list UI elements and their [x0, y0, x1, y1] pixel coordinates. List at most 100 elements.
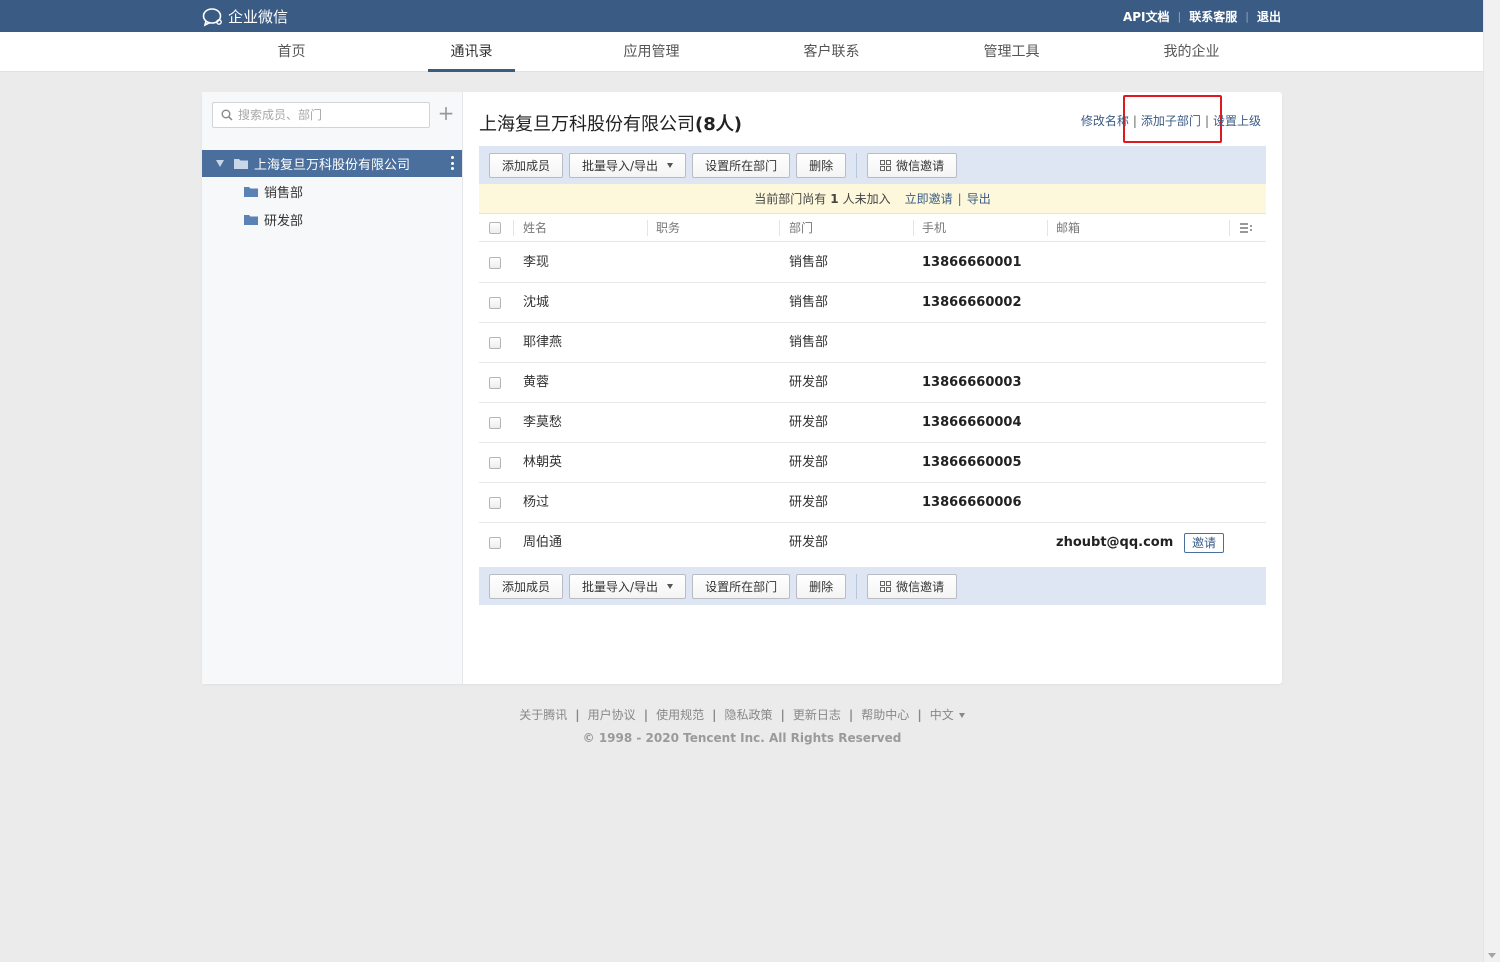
column-header-email[interactable]: 邮箱	[1056, 214, 1080, 242]
invite-button[interactable]: 邀请	[1184, 533, 1225, 553]
search-input[interactable]	[238, 108, 418, 122]
more-options-icon[interactable]	[450, 156, 454, 170]
member-name[interactable]: 林朝英	[523, 443, 562, 483]
member-name[interactable]: 沈城	[523, 283, 549, 323]
table-row[interactable]: 李莫愁 研发部 13866660004	[479, 403, 1266, 443]
expand-triangle-icon[interactable]	[216, 160, 224, 167]
folder-icon	[244, 214, 258, 225]
column-header-phone[interactable]: 手机	[922, 214, 946, 242]
scroll-down-icon[interactable]	[1488, 953, 1496, 958]
batch-import-export-button[interactable]: 批量导入/导出	[569, 152, 687, 178]
row-checkbox[interactable]	[489, 537, 501, 549]
rename-link[interactable]: 修改名称	[1081, 112, 1129, 129]
add-subdepartment-link[interactable]: 添加子部门	[1141, 112, 1201, 129]
nav-home[interactable]: 首页	[248, 32, 335, 72]
privacy-policy-link[interactable]: 隐私政策	[724, 706, 772, 723]
set-parent-link[interactable]: 设置上级	[1213, 112, 1261, 129]
help-center-link[interactable]: 帮助中心	[861, 706, 909, 723]
table-row[interactable]: 周伯通 研发部 zhoubt@qq.com 邀请	[479, 523, 1266, 563]
wechat-invite-button[interactable]: 微信邀请	[867, 573, 958, 599]
copyright: © 1998 - 2020 Tencent Inc. All Rights Re…	[582, 731, 902, 745]
toolbar-divider	[856, 573, 858, 599]
member-name[interactable]: 李现	[523, 243, 549, 283]
dropdown-caret-icon	[958, 713, 965, 718]
divider: |	[917, 707, 922, 722]
row-checkbox[interactable]	[489, 337, 501, 349]
usage-rules-link[interactable]: 使用规范	[656, 706, 704, 723]
nav-management-tools[interactable]: 管理工具	[968, 32, 1055, 72]
wechat-invite-button[interactable]: 微信邀请	[867, 152, 958, 178]
page-scrollbar[interactable]	[1483, 0, 1500, 962]
app-logo[interactable]: 企业微信	[202, 6, 288, 27]
user-agreement-link[interactable]: 用户协议	[588, 706, 636, 723]
dropdown-caret-icon	[667, 162, 674, 168]
contacts-panel: + 上海复旦万科股份有限公司 销售部 研发部 上海复旦万科股份有限公司(8人)	[202, 92, 1282, 684]
table-row[interactable]: 林朝英 研发部 13866660005	[479, 443, 1266, 483]
api-docs-link[interactable]: API文档	[1123, 8, 1170, 25]
delete-button[interactable]: 删除	[796, 573, 847, 599]
member-name[interactable]: 黄蓉	[523, 363, 549, 403]
member-department: 研发部	[789, 375, 829, 390]
contact-support-link[interactable]: 联系客服	[1189, 8, 1237, 25]
member-phone: 13866660005	[922, 455, 1022, 470]
tree-item-rd[interactable]: 研发部	[244, 207, 303, 231]
row-checkbox[interactable]	[489, 497, 501, 509]
invite-now-link[interactable]: 立即邀请	[905, 190, 953, 207]
row-checkbox[interactable]	[489, 417, 501, 429]
table-row[interactable]: 黄蓉 研发部 13866660003	[479, 363, 1266, 403]
column-header-name[interactable]: 姓名	[523, 214, 547, 242]
table-row[interactable]: 沈城 销售部 13866660002	[479, 283, 1266, 323]
column-divider	[913, 220, 914, 236]
nav-customer-contact[interactable]: 客户联系	[788, 32, 875, 72]
row-checkbox[interactable]	[489, 257, 501, 269]
search-box[interactable]	[212, 102, 430, 128]
dropdown-caret-icon	[667, 583, 674, 589]
nav-contacts[interactable]: 通讯录	[428, 32, 515, 72]
app-name: 企业微信	[228, 8, 289, 26]
set-department-button[interactable]: 设置所在部门	[692, 573, 791, 599]
table-header: 姓名 职务 部门 手机 邮箱	[479, 214, 1266, 242]
add-department-icon[interactable]: +	[436, 103, 456, 124]
member-name[interactable]: 杨过	[523, 483, 549, 523]
divider: |	[848, 707, 854, 722]
about-tencent-link[interactable]: 关于腾讯	[519, 706, 567, 723]
tree-item-label: 上海复旦万科股份有限公司	[254, 158, 411, 173]
nav-app-management[interactable]: 应用管理	[608, 32, 695, 72]
tree-item-root[interactable]: 上海复旦万科股份有限公司	[202, 150, 462, 177]
delete-button[interactable]: 删除	[796, 152, 847, 178]
column-divider	[1229, 220, 1230, 236]
logout-link[interactable]: 退出	[1257, 8, 1281, 25]
notice-suffix: 人未加入	[842, 192, 891, 206]
row-checkbox[interactable]	[489, 457, 501, 469]
column-header-department[interactable]: 部门	[789, 214, 813, 242]
column-divider	[647, 220, 648, 236]
table-row[interactable]: 耶律燕 销售部	[479, 323, 1266, 363]
row-checkbox[interactable]	[489, 297, 501, 309]
select-all-checkbox[interactable]	[489, 222, 501, 234]
member-name[interactable]: 周伯通	[523, 523, 562, 563]
export-link[interactable]: 导出	[967, 190, 991, 207]
column-settings-icon[interactable]	[1240, 223, 1252, 233]
member-name[interactable]: 耶律燕	[523, 323, 562, 363]
batch-import-export-button[interactable]: 批量导入/导出	[569, 573, 687, 599]
language-selector[interactable]: 中文	[930, 706, 965, 723]
button-label: 批量导入/导出	[582, 158, 659, 173]
table-row[interactable]: 李现 销售部 13866660001	[479, 243, 1266, 283]
member-name[interactable]: 李莫愁	[523, 403, 562, 443]
member-count: (8人)	[695, 114, 742, 135]
add-member-button[interactable]: 添加成员	[489, 573, 564, 599]
changelog-link[interactable]: 更新日志	[793, 706, 841, 723]
qr-code-icon	[880, 159, 892, 171]
column-header-title[interactable]: 职务	[656, 214, 680, 242]
top-header: 企业微信 API文档 | 联系客服 | 退出	[0, 0, 1483, 32]
member-department: 销售部	[789, 295, 829, 310]
add-member-button[interactable]: 添加成员	[489, 152, 564, 178]
divider: |	[1204, 113, 1209, 128]
row-checkbox[interactable]	[489, 377, 501, 389]
tree-item-sales[interactable]: 销售部	[244, 179, 303, 203]
nav-my-enterprise[interactable]: 我的企业	[1148, 32, 1235, 72]
set-department-button[interactable]: 设置所在部门	[692, 152, 791, 178]
table-row[interactable]: 杨过 研发部 13866660006	[479, 483, 1266, 523]
page-footer: 关于腾讯 | 用户协议 | 使用规范 | 隐私政策 | 更新日志 | 帮助中心 …	[202, 706, 1282, 745]
divider: |	[780, 707, 785, 722]
